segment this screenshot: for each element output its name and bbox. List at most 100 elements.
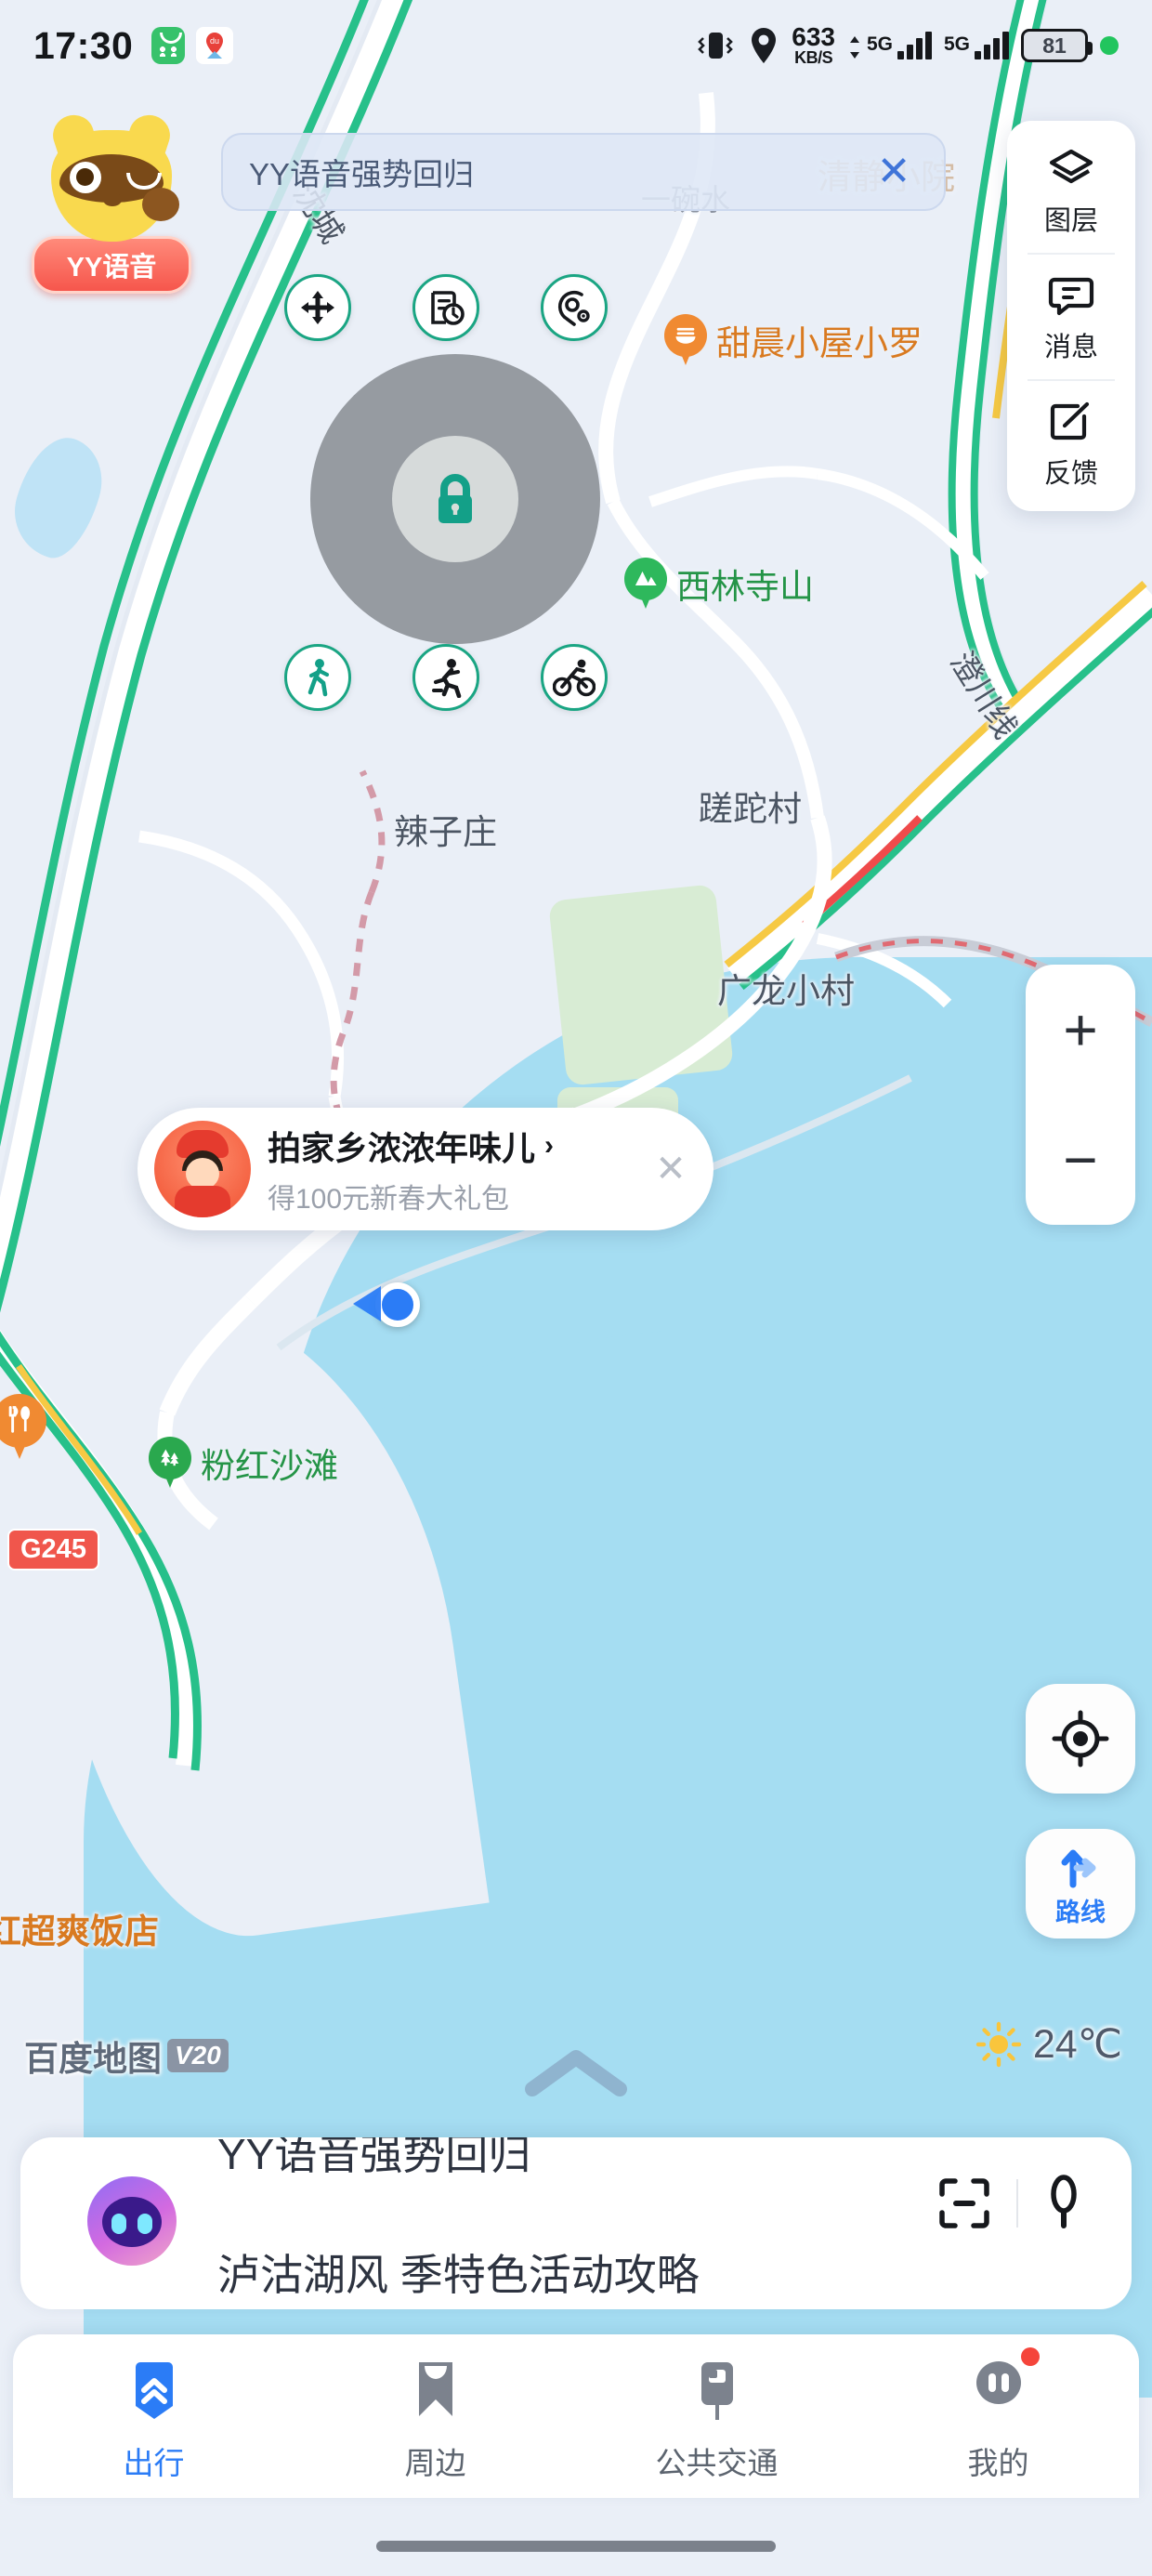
yy-mascot-icon: [51, 130, 179, 242]
location-radar-button[interactable]: [541, 274, 608, 341]
location-radar-icon: [557, 290, 590, 326]
status-bar: 17:30 du 633 KB/S 5G 5G 81: [0, 0, 1152, 91]
tab-label: 我的: [967, 2446, 1029, 2480]
map-place-label-lazizhuang: 辣子庄: [394, 813, 497, 851]
my-location-marker: [353, 1282, 420, 1327]
tab-nearby[interactable]: 周边: [295, 2334, 576, 2498]
profile-icon: [975, 2361, 1021, 2404]
crosshair-icon: [1052, 1710, 1109, 1768]
lock-button[interactable]: [392, 436, 518, 562]
layers-icon: [1049, 149, 1093, 184]
tool-label: 图层: [1043, 206, 1098, 236]
running-mode-button[interactable]: [412, 644, 479, 711]
yy-voice-promo-badge[interactable]: YY语音: [32, 130, 191, 294]
cycling-mode-button[interactable]: [541, 644, 608, 711]
status-right-icons: 633 KB/S 5G 5G 81: [695, 22, 1119, 67]
map-poi-food-icon[interactable]: [0, 1394, 46, 1459]
transit-icon: [700, 2362, 733, 2420]
network-speed-value: 633: [792, 22, 835, 52]
search-actions: [936, 2175, 1085, 2232]
map-poi-xilinsishan[interactable]: 西林寺山: [624, 558, 814, 610]
map-place-label-cuotuocun: 蹉跎村: [699, 790, 802, 828]
cycling-icon: [553, 659, 596, 697]
message-icon: [1048, 277, 1094, 316]
vibrate-icon: [698, 33, 734, 59]
tab-label: 公共交通: [655, 2446, 779, 2480]
map-poi-fenhongshatan[interactable]: 粉红沙滩: [149, 1437, 338, 1489]
yy-voice-banner-text: YY语音强势回归: [249, 157, 475, 191]
yy-voice-label: YY语音: [32, 236, 191, 294]
signal-bars-2: [975, 32, 1009, 59]
green-status-dot: [1100, 36, 1119, 55]
park-pin-icon: [149, 1437, 191, 1489]
location-pin-icon: [752, 28, 777, 63]
zoom-control: + −: [1026, 965, 1135, 1225]
travel-icon: [135, 2362, 173, 2419]
signal-1: 5G: [847, 32, 932, 59]
feedback-icon: [1050, 401, 1090, 440]
map-place-label-guanglongxiaocun: 广龙小村: [717, 972, 855, 1010]
scan-icon: [939, 2178, 989, 2228]
nearby-icon: [418, 2362, 452, 2416]
locked-overlay[interactable]: [310, 354, 600, 644]
move-map-button[interactable]: [284, 274, 351, 341]
restaurant-pin-icon: [664, 314, 707, 366]
chevron-right-icon: ›: [544, 1130, 555, 1161]
route-button[interactable]: 路线: [1026, 1829, 1135, 1939]
move-arrows-icon: [301, 291, 334, 324]
battery-indicator: 81: [1021, 29, 1093, 62]
sheet-ghost-line-1: YY语音强势回归: [217, 2137, 531, 2178]
promo-card[interactable]: 拍家乡浓浓年味儿 › 得100元新春大礼包 ✕: [137, 1108, 713, 1230]
map-poi-label-hongchaoshuang: 红超爽饭店: [0, 1912, 159, 1951]
zoom-out-button[interactable]: −: [1026, 1095, 1135, 1225]
bottom-tab-bar: 出行 周边 公共交通 我的: [13, 2334, 1139, 2498]
map-mode-cluster: [279, 274, 613, 720]
record-history-button[interactable]: [412, 274, 479, 341]
walking-icon: [308, 659, 330, 697]
close-icon[interactable]: ✕: [870, 151, 918, 192]
sheet-ghost-line-2: 泸沽湖风 季特色活动攻略: [217, 2251, 700, 2299]
promo-subtitle: 得100元新春大礼包: [268, 1184, 510, 1215]
route-label: 路线: [1055, 1898, 1106, 1926]
bottom-search-sheet[interactable]: YY语音强势回归 泸沽湖风 季特色活动攻略: [20, 2137, 1132, 2309]
mountain-pin-icon: [624, 558, 667, 610]
tool-layers[interactable]: 图层: [1007, 126, 1135, 253]
sheet-expand-handle[interactable]: [0, 2044, 1152, 2114]
tab-profile[interactable]: 我的: [857, 2334, 1139, 2498]
lock-icon: [439, 474, 472, 523]
network-speed-unit: KB/S: [794, 47, 833, 67]
poi-label: 甜晨小屋小罗: [716, 324, 923, 362]
locate-me-button[interactable]: [1026, 1684, 1135, 1794]
promo-title: 拍家乡浓浓年味儿: [268, 1129, 536, 1167]
svg-text:du: du: [210, 36, 219, 46]
poi-label: 西林寺山: [676, 568, 814, 606]
tool-feedback[interactable]: 反馈: [1007, 379, 1135, 506]
promo-avatar: [154, 1121, 251, 1217]
promo-close-icon[interactable]: ✕: [628, 1148, 713, 1190]
updown-arrow-icon: [849, 36, 859, 59]
highway-shield-g245: G245: [7, 1529, 99, 1571]
network-speed: 633 KB/S: [792, 22, 835, 67]
net-type-2: 5G: [943, 33, 970, 55]
app-notification-icon: [151, 27, 186, 64]
status-time: 17:30: [33, 23, 134, 67]
baidu-map-notification-icon: du: [196, 27, 234, 64]
tool-label: 反馈: [1043, 459, 1098, 489]
notification-badge: [1020, 2347, 1040, 2366]
signal-bars-1: [897, 32, 932, 59]
ai-assistant-avatar[interactable]: [87, 2176, 177, 2266]
map-app-screen: 沈城 澄川线 一碗水 清静小院 辣子庄 蹉跎村 广龙小村 甜晨小屋小罗: [0, 0, 1152, 2576]
walking-mode-button[interactable]: [284, 644, 351, 711]
record-history-icon: [431, 291, 465, 325]
map-tool-panel: 图层 消息 反馈: [1007, 121, 1135, 511]
tool-messages[interactable]: 消息: [1007, 253, 1135, 379]
signal-2: 5G: [944, 32, 1009, 59]
running-icon: [432, 659, 462, 698]
map-poi-tianchen[interactable]: 甜晨小屋小罗: [664, 314, 923, 366]
tab-transit[interactable]: 公共交通: [576, 2334, 857, 2498]
tab-travel[interactable]: 出行: [13, 2334, 295, 2498]
yy-voice-banner[interactable]: YY语音强势回归 ✕: [221, 133, 946, 211]
promo-text: 拍家乡浓浓年味儿 › 得100元新春大礼包: [268, 1122, 628, 1216]
zoom-in-button[interactable]: +: [1026, 965, 1135, 1095]
net-type-1: 5G: [866, 33, 893, 55]
